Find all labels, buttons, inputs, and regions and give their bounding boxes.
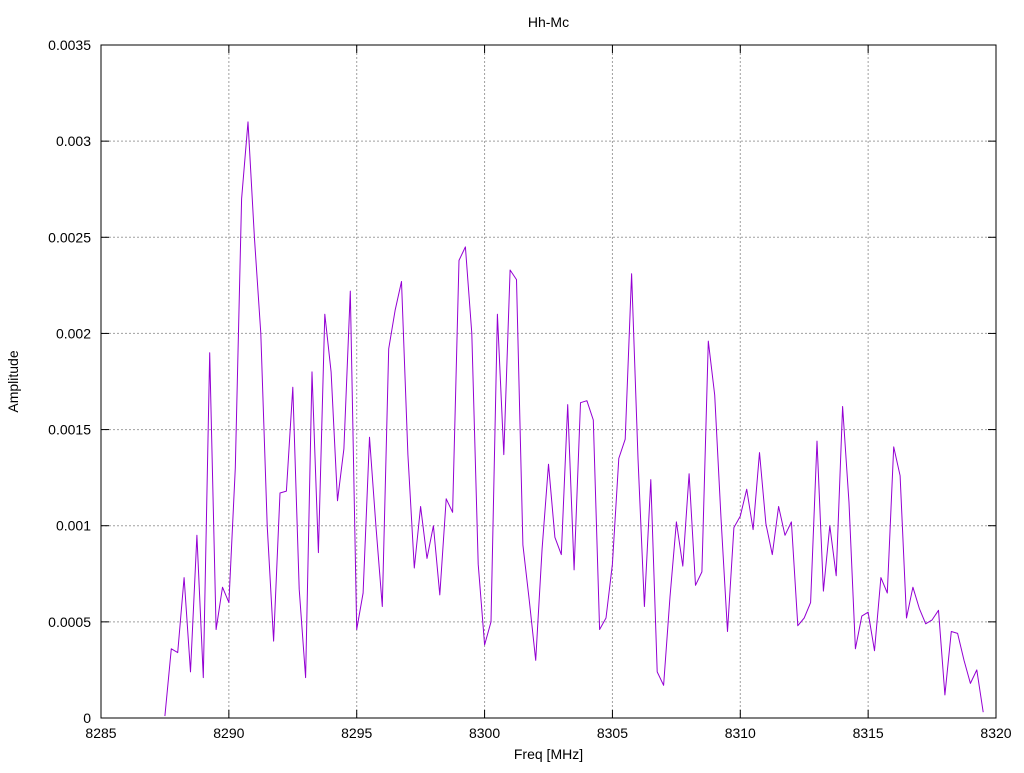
chart-title: Hh-Mc (528, 14, 569, 30)
series-line (164, 121, 984, 717)
chart-container: 8285 8290 8295 8300 8305 8310 8315 8320 0 0.0005 0… (0, 0, 1024, 768)
x-tick-label: 8290 (213, 725, 244, 741)
y-tick-label: 0 (83, 710, 91, 726)
series-layer (164, 121, 984, 717)
y-axis-label: Amplitude (5, 350, 21, 412)
x-tick-label: 8320 (980, 725, 1011, 741)
x-tick-label: 8300 (469, 725, 500, 741)
y-tick-label: 0.0005 (48, 614, 91, 630)
x-tick-label: 8310 (725, 725, 756, 741)
x-axis-label: Freq [MHz] (514, 746, 583, 762)
x-tick-label: 8285 (85, 725, 116, 741)
x-tick-label: 8305 (597, 725, 628, 741)
y-tick-label: 0.0015 (48, 422, 91, 438)
y-tick-label: 0.002 (56, 325, 91, 341)
y-tick-label: 0.003 (56, 133, 91, 149)
y-tick-label: 0.0035 (48, 37, 91, 53)
y-tick-label: 0.0025 (48, 229, 91, 245)
line-chart: 8285 8290 8295 8300 8305 8310 8315 8320 0 0.0005 0… (5, 14, 1012, 762)
x-tick-label: 8315 (853, 725, 884, 741)
y-tick-label: 0.001 (56, 518, 91, 534)
x-tick-label: 8295 (341, 725, 372, 741)
tick-labels: 8285 8290 8295 8300 8305 8310 8315 8320 0 0.0005 0… (48, 37, 1012, 741)
